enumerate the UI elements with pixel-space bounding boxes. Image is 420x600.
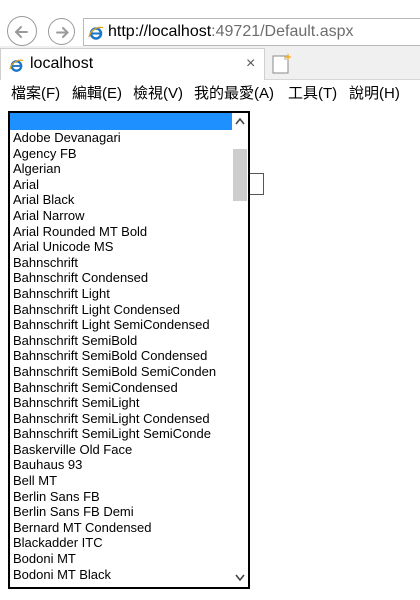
font-option[interactable]: Bahnschrift SemiLight Condensed — [10, 411, 232, 427]
scrollbar[interactable] — [232, 113, 248, 587]
scroll-down-icon[interactable] — [232, 569, 248, 586]
menu-view[interactable]: 檢視(V) — [133, 82, 183, 103]
font-option-selected[interactable] — [10, 113, 232, 130]
tab-localhost[interactable]: localhost × — [0, 48, 265, 80]
back-arrow-icon — [14, 26, 28, 38]
font-option[interactable]: Adobe Devanagari — [10, 130, 232, 146]
menu-tools[interactable]: 工具(T) — [288, 82, 337, 103]
tab-strip: localhost × — [0, 46, 420, 80]
font-option[interactable]: Bodoni MT — [10, 551, 232, 567]
font-option[interactable]: Baskerville Old Face — [10, 442, 232, 458]
menu-bar: 檔案(F) 編輯(E) 檢視(V) 我的最愛(A) 工具(T) 說明(H) — [0, 80, 420, 104]
font-option[interactable]: Bahnschrift Light Condensed — [10, 302, 232, 318]
font-option[interactable]: Arial Rounded MT Bold — [10, 224, 232, 240]
font-option[interactable]: Bahnschrift Light — [10, 286, 232, 302]
font-option[interactable]: Arial Black — [10, 192, 232, 208]
font-option[interactable]: Bauhaus 93 — [10, 457, 232, 473]
back-button[interactable] — [7, 16, 37, 46]
font-option[interactable]: Algerian — [10, 161, 232, 177]
font-option[interactable]: Berlin Sans FB — [10, 489, 232, 505]
font-option[interactable]: Bahnschrift — [10, 255, 232, 271]
url-path: :49721/Default.aspx — [211, 23, 354, 40]
font-option[interactable]: Arial Unicode MS — [10, 239, 232, 255]
font-option[interactable]: Bahnschrift SemiLight SemiConde — [10, 426, 232, 442]
forward-arrow-icon — [56, 27, 69, 38]
menu-favorites[interactable]: 我的最愛(A) — [194, 82, 274, 103]
font-option[interactable]: Bahnschrift SemiBold — [10, 333, 232, 349]
ie-page-icon — [88, 26, 104, 40]
new-tab-icon[interactable] — [268, 50, 294, 78]
font-option[interactable]: Bahnschrift SemiBold Condensed — [10, 348, 232, 364]
font-option[interactable]: Bodoni MT Black — [10, 567, 232, 583]
address-bar-row: http://localhost:49721/Default.aspx — [0, 0, 420, 46]
font-option[interactable]: Arial Narrow — [10, 208, 232, 224]
font-option[interactable]: Agency FB — [10, 146, 232, 162]
font-option[interactable]: Bernard MT Condensed — [10, 520, 232, 536]
menu-help[interactable]: 說明(H) — [349, 82, 400, 103]
url-host: http://localhost — [108, 23, 212, 40]
font-options: Adobe Devanagari Agency FB Algerian Arial Ar… — [10, 113, 232, 582]
font-option[interactable]: Arial — [10, 177, 232, 193]
ie-tab-icon — [9, 59, 24, 72]
hidden-control-box[interactable] — [248, 173, 264, 195]
font-option[interactable]: Bahnschrift Light SemiCondensed — [10, 317, 232, 333]
font-option[interactable]: Bahnschrift SemiBold SemiConden — [10, 364, 232, 380]
font-option[interactable]: Bell MT — [10, 473, 232, 489]
close-tab-icon[interactable]: × — [246, 55, 255, 73]
font-dropdown-list[interactable]: Adobe Devanagari Agency FB Algerian Arial Ar… — [8, 111, 250, 589]
forward-button[interactable] — [48, 18, 75, 45]
font-option[interactable]: Bahnschrift SemiCondensed — [10, 380, 232, 396]
font-option[interactable]: Bahnschrift Condensed — [10, 270, 232, 286]
url-text: http://localhost:49721/Default.aspx — [108, 23, 354, 41]
url-field[interactable]: http://localhost:49721/Default.aspx — [83, 18, 420, 46]
font-option[interactable]: Bahnschrift SemiLight — [10, 395, 232, 411]
font-option[interactable]: Berlin Sans FB Demi — [10, 504, 232, 520]
tab-title: localhost — [30, 55, 94, 72]
scroll-up-icon[interactable] — [232, 113, 248, 130]
menu-file[interactable]: 檔案(F) — [11, 82, 60, 103]
menu-edit[interactable]: 編輯(E) — [72, 82, 122, 103]
font-option[interactable]: Blackadder ITC — [10, 535, 232, 551]
scroll-thumb[interactable] — [233, 149, 247, 201]
